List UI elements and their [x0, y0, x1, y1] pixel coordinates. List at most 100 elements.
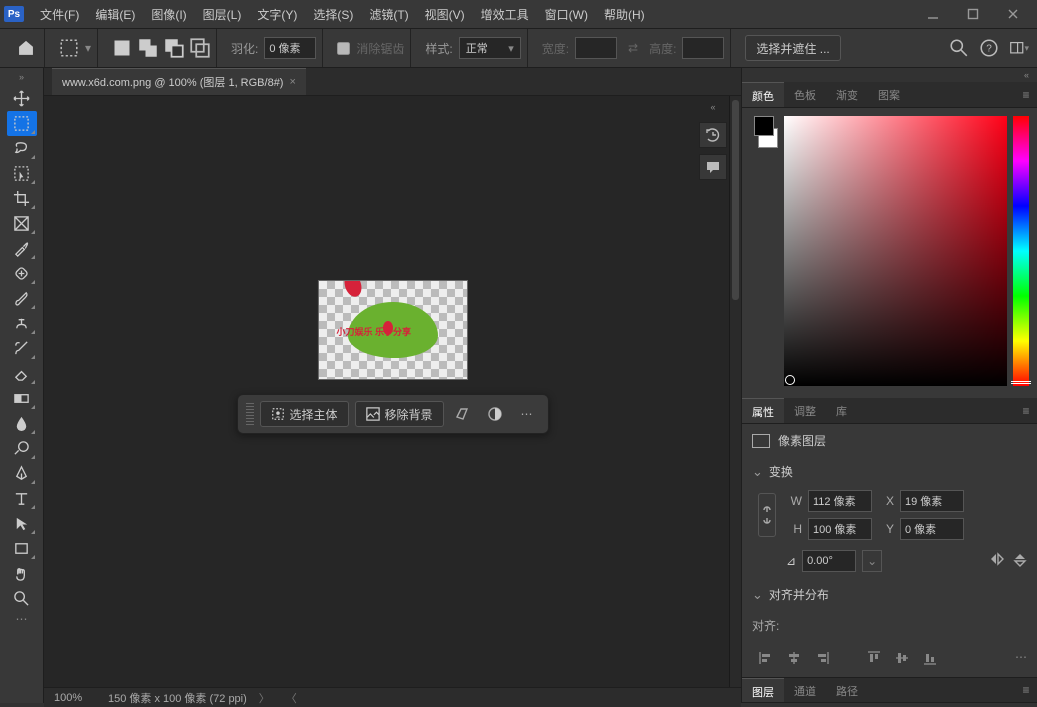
panel-menu-icon[interactable]: ≡ — [1015, 678, 1037, 702]
dock-expand[interactable]: « — [710, 102, 715, 112]
brush-tool[interactable] — [7, 286, 37, 311]
tab-layers[interactable]: 图层 — [742, 678, 784, 702]
shape-tool[interactable] — [7, 536, 37, 561]
menu-select[interactable]: 选择(S) — [305, 2, 361, 27]
select-and-mask-button[interactable]: 选择并遮住 ... — [745, 35, 840, 61]
move-tool[interactable] — [7, 86, 37, 111]
intersect-selection-icon[interactable] — [190, 38, 210, 58]
frame-tool[interactable] — [7, 211, 37, 236]
path-select-tool[interactable] — [7, 511, 37, 536]
close-icon[interactable]: × — [289, 76, 295, 88]
tab-color[interactable]: 颜色 — [742, 82, 784, 107]
align-hcenter-icon[interactable] — [786, 650, 802, 669]
workspace-icon[interactable]: ▾ — [1009, 38, 1029, 58]
eraser-tool[interactable] — [7, 361, 37, 386]
canvas-image[interactable]: 小刀娱乐 乐于分享 — [318, 280, 468, 380]
search-icon[interactable] — [949, 38, 969, 58]
color-field[interactable] — [784, 116, 1007, 386]
align-left-icon[interactable] — [758, 650, 774, 669]
add-selection-icon[interactable] — [138, 38, 158, 58]
type-tool[interactable] — [7, 486, 37, 511]
menu-help[interactable]: 帮助(H) — [596, 2, 653, 27]
history-panel-icon[interactable] — [699, 122, 727, 148]
menu-layer[interactable]: 图层(L) — [195, 2, 250, 27]
align-right-icon[interactable] — [814, 650, 830, 669]
marquee-tool[interactable] — [7, 111, 37, 136]
panel-menu-icon[interactable]: ≡ — [1015, 398, 1037, 423]
document-info[interactable]: 150 像素 x 100 像素 (72 ppi) — [108, 690, 247, 706]
healing-brush-tool[interactable] — [7, 261, 37, 286]
tab-adjustments[interactable]: 调整 — [784, 398, 826, 423]
angle-field[interactable] — [802, 550, 856, 572]
close-button[interactable] — [993, 2, 1033, 26]
menu-type[interactable]: 文字(Y) — [249, 2, 305, 27]
canvas[interactable]: 小刀娱乐 乐于分享 选择主体 移除背景 ⋯ — [44, 96, 741, 703]
tab-properties[interactable]: 属性 — [742, 398, 784, 423]
subtract-selection-icon[interactable] — [164, 38, 184, 58]
lasso-tool[interactable] — [7, 136, 37, 161]
width-field[interactable] — [808, 490, 872, 512]
panel-collapse[interactable]: « — [742, 68, 1037, 82]
tab-libraries[interactable]: 库 — [826, 398, 857, 423]
history-brush-tool[interactable] — [7, 336, 37, 361]
marquee-tool-preset-icon[interactable] — [59, 38, 79, 58]
menu-filter[interactable]: 滤镜(T) — [361, 2, 416, 27]
tab-patterns[interactable]: 图案 — [868, 82, 910, 107]
document-tab[interactable]: www.x6d.com.png @ 100% (图层 1, RGB/8#) × — [52, 68, 306, 95]
tool-expand[interactable]: » — [19, 72, 24, 86]
gradient-tool[interactable] — [7, 386, 37, 411]
info-chevron-icon-2[interactable]: 〈 — [286, 690, 297, 706]
hand-tool[interactable] — [7, 561, 37, 586]
tab-gradients[interactable]: 渐变 — [826, 82, 868, 107]
new-selection-icon[interactable] — [112, 38, 132, 58]
align-section-header[interactable]: 对齐并分布 — [752, 586, 1027, 603]
object-select-tool[interactable] — [7, 161, 37, 186]
y-field[interactable] — [900, 518, 964, 540]
home-button[interactable] — [14, 36, 38, 60]
clone-stamp-tool[interactable] — [7, 311, 37, 336]
drag-grip-icon[interactable] — [245, 403, 253, 425]
menu-file[interactable]: 文件(F) — [32, 2, 87, 27]
vertical-scrollbar[interactable] — [729, 96, 741, 703]
more-icon[interactable]: ⋯ — [514, 401, 540, 427]
transform-section-header[interactable]: 变换 — [752, 463, 1027, 480]
align-bottom-icon[interactable] — [922, 650, 938, 669]
angle-dropdown[interactable]: ⌄ — [862, 550, 882, 572]
crop-tool[interactable] — [7, 186, 37, 211]
foreground-swatch[interactable] — [754, 116, 774, 136]
align-more-icon[interactable]: ⋯ — [1015, 650, 1027, 669]
maximize-button[interactable] — [953, 2, 993, 26]
align-top-icon[interactable] — [866, 650, 882, 669]
help-icon[interactable]: ? — [979, 38, 999, 58]
flip-horizontal-icon[interactable] — [989, 552, 1005, 571]
comments-panel-icon[interactable] — [699, 154, 727, 180]
tool-more[interactable]: ⋯ — [7, 611, 37, 627]
adjustment-icon[interactable] — [482, 401, 508, 427]
dodge-tool[interactable] — [7, 436, 37, 461]
select-subject-button[interactable]: 选择主体 — [259, 401, 348, 427]
hue-slider[interactable] — [1013, 116, 1029, 386]
feather-input[interactable] — [264, 37, 316, 59]
link-wh-icon[interactable] — [758, 493, 776, 537]
flip-vertical-icon[interactable] — [1013, 552, 1027, 571]
align-vcenter-icon[interactable] — [894, 650, 910, 669]
menu-edit[interactable]: 编辑(E) — [87, 2, 143, 27]
tab-paths[interactable]: 路径 — [826, 678, 868, 702]
menu-plugins[interactable]: 增效工具 — [473, 2, 537, 27]
panel-menu-icon[interactable]: ≡ — [1015, 82, 1037, 107]
x-field[interactable] — [900, 490, 964, 512]
transform-icon[interactable] — [450, 401, 476, 427]
minimize-button[interactable] — [913, 2, 953, 26]
menu-window[interactable]: 窗口(W) — [537, 2, 596, 27]
menu-image[interactable]: 图像(I) — [143, 2, 194, 27]
fg-bg-swatches[interactable] — [750, 116, 778, 390]
tab-channels[interactable]: 通道 — [784, 678, 826, 702]
eyedropper-tool[interactable] — [7, 236, 37, 261]
height-field[interactable] — [808, 518, 872, 540]
info-chevron-icon[interactable]: 〉 — [259, 690, 270, 706]
zoom-tool[interactable] — [7, 586, 37, 611]
tab-swatches[interactable]: 色板 — [784, 82, 826, 107]
menu-view[interactable]: 视图(V) — [417, 2, 473, 27]
style-select[interactable]: 正常▾ — [459, 37, 521, 59]
pen-tool[interactable] — [7, 461, 37, 486]
